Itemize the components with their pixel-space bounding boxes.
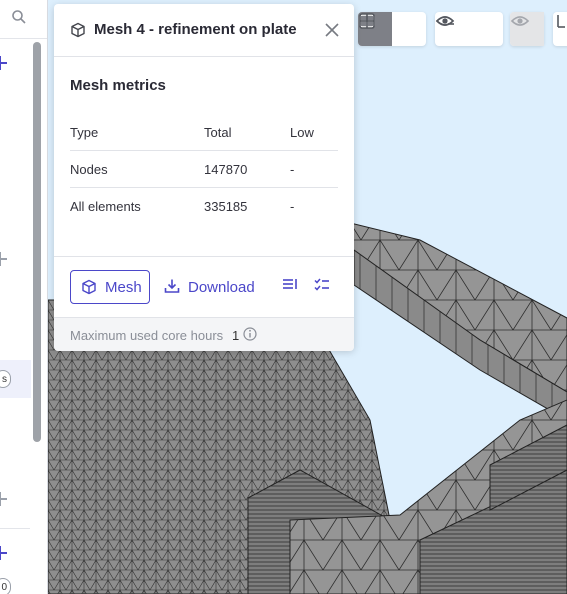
- checklist-icon[interactable]: [314, 278, 330, 292]
- tool-icon: [557, 15, 565, 28]
- section-title: Mesh metrics: [70, 77, 166, 94]
- status-badge: 0: [0, 578, 11, 594]
- view-grid-button[interactable]: [359, 12, 426, 46]
- table-row: All elements 335185 -: [70, 188, 338, 224]
- cell-total: 335185: [204, 199, 248, 214]
- visibility-toolbar: [435, 12, 503, 46]
- cell-low: -: [290, 162, 295, 177]
- column-header: Type: [70, 125, 99, 140]
- sidebar-divider: [0, 528, 30, 529]
- cell-total: 147870: [204, 162, 248, 177]
- mesh-details-panel: Mesh 4 - refinement on plate Mesh metric…: [54, 4, 354, 351]
- panel-footer: Maximum used core hours 1: [54, 317, 354, 351]
- download-button-label: Download: [188, 279, 255, 296]
- add-icon[interactable]: [0, 492, 7, 506]
- panel-title: Mesh 4 - refinement on plate: [94, 21, 297, 38]
- eye-icon: [510, 16, 530, 26]
- metrics-table: Type Total Low Nodes 147870 - All elemen…: [70, 114, 338, 224]
- column-header: Low: [290, 125, 314, 140]
- core-hours-label: Maximum used core hours: [70, 328, 224, 343]
- close-icon[interactable]: [325, 23, 339, 37]
- grid-icon: [359, 13, 375, 29]
- panel-header: Mesh 4 - refinement on plate: [54, 4, 354, 57]
- add-icon[interactable]: [0, 56, 7, 70]
- search-icon[interactable]: [10, 8, 28, 26]
- cell-low: -: [290, 199, 295, 214]
- download-icon: [164, 279, 180, 293]
- download-button[interactable]: Download: [162, 270, 262, 304]
- extra-tool-button[interactable]: [553, 12, 567, 46]
- cube-icon: [82, 279, 96, 295]
- panel-actions: Mesh Download: [54, 256, 354, 317]
- sidebar-divider: [0, 38, 47, 39]
- cell-type: All elements: [70, 199, 141, 214]
- isolate-button[interactable]: [510, 12, 544, 46]
- view-toolbar: [358, 12, 426, 46]
- table-row: Nodes 147870 -: [70, 151, 338, 188]
- add-icon[interactable]: [0, 252, 7, 266]
- table-header: Type Total Low: [70, 114, 338, 151]
- extra-toolbar: [553, 12, 567, 46]
- eye-icon: [435, 16, 455, 26]
- show-all-button[interactable]: [435, 12, 503, 46]
- mesh-button-label: Mesh: [105, 279, 142, 296]
- list-icon[interactable]: [282, 278, 298, 292]
- sidebar: s 0: [0, 0, 48, 594]
- add-icon[interactable]: [0, 546, 7, 560]
- sidebar-scrollbar[interactable]: [33, 42, 41, 442]
- cell-type: Nodes: [70, 162, 108, 177]
- cube-icon: [71, 22, 85, 38]
- isolate-toolbar: [510, 12, 544, 46]
- info-icon[interactable]: [243, 327, 257, 341]
- column-header: Total: [204, 125, 232, 140]
- mesh-button[interactable]: Mesh: [70, 270, 150, 304]
- core-hours-value: 1: [232, 328, 240, 343]
